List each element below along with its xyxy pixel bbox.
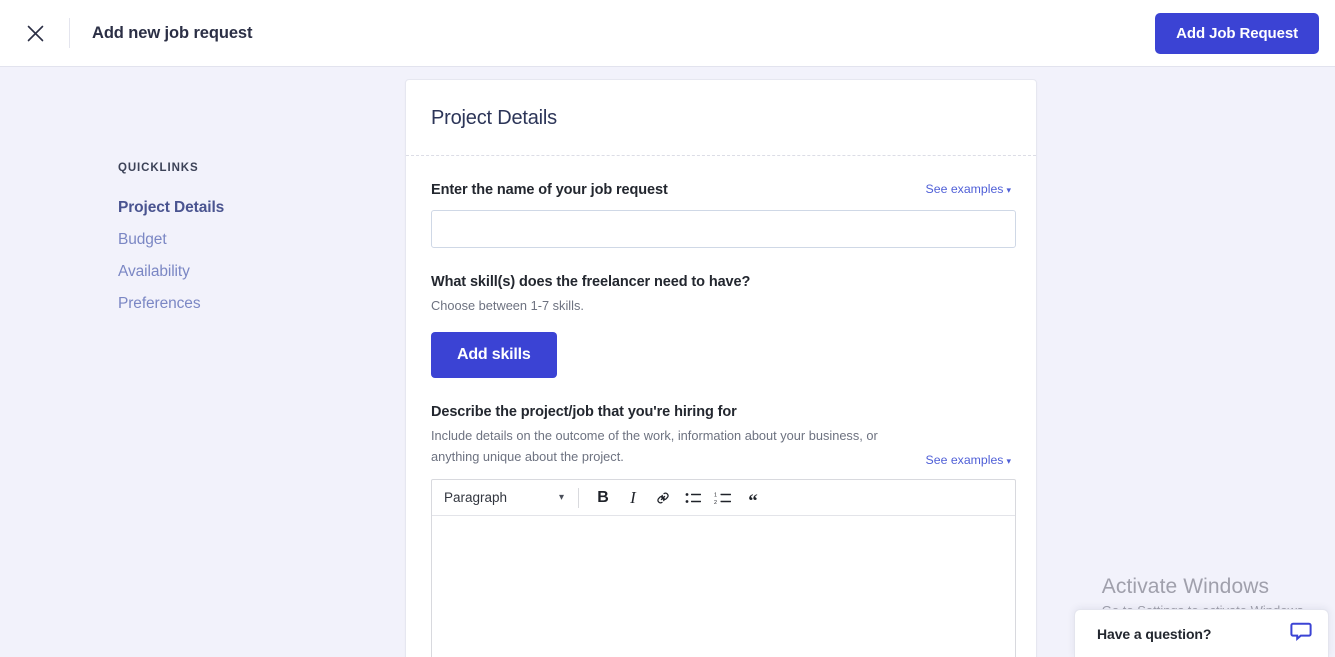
bold-icon[interactable]: B bbox=[589, 485, 617, 511]
page-body: QUICKLINKS Project Details Budget Availa… bbox=[0, 67, 1335, 657]
editor-content-area[interactable] bbox=[432, 516, 1015, 657]
describe-hint: Include details on the outcome of the wo… bbox=[431, 426, 906, 467]
watermark-title: Activate Windows bbox=[1102, 575, 1307, 599]
field-skills: What skill(s) does the freelancer need t… bbox=[431, 274, 1011, 378]
svg-text:2: 2 bbox=[714, 500, 717, 505]
skills-label: What skill(s) does the freelancer need t… bbox=[431, 274, 1011, 290]
quicklinks-heading: QUICKLINKS bbox=[118, 162, 405, 174]
job-name-input[interactable] bbox=[431, 210, 1016, 248]
chevron-down-icon: ▾ bbox=[1006, 186, 1011, 195]
describe-hint-row: Include details on the outcome of the wo… bbox=[431, 420, 1011, 467]
sidebar-item-preferences[interactable]: Preferences bbox=[118, 288, 405, 320]
svg-text:1: 1 bbox=[714, 492, 717, 498]
chevron-down-icon: ▾ bbox=[559, 492, 564, 503]
bullet-list-icon[interactable] bbox=[679, 485, 707, 511]
chat-widget-label: Have a question? bbox=[1097, 626, 1211, 642]
chevron-down-icon: ▾ bbox=[1006, 457, 1011, 466]
italic-icon[interactable]: I bbox=[619, 485, 647, 511]
link-icon[interactable] bbox=[649, 485, 677, 511]
sidebar-item-availability[interactable]: Availability bbox=[118, 256, 405, 288]
top-bar: Add new job request Add Job Request bbox=[0, 0, 1335, 67]
blockquote-icon[interactable]: “ bbox=[739, 485, 767, 511]
rich-text-editor: Paragraph ▾ B I bbox=[431, 479, 1016, 657]
chat-widget[interactable]: Have a question? bbox=[1074, 609, 1329, 657]
quicklinks-sidebar: QUICKLINKS Project Details Budget Availa… bbox=[0, 67, 405, 320]
field-describe-project: Describe the project/job that you're hir… bbox=[431, 404, 1011, 657]
close-icon[interactable] bbox=[22, 20, 48, 46]
numbered-list-icon[interactable]: 1 2 bbox=[709, 485, 737, 511]
block-format-select[interactable]: Paragraph ▾ bbox=[440, 485, 570, 511]
card-body: Enter the name of your job request See e… bbox=[406, 156, 1036, 657]
editor-toolbar: Paragraph ▾ B I bbox=[432, 480, 1015, 516]
skills-hint: Choose between 1-7 skills. bbox=[431, 296, 906, 316]
sidebar-item-budget[interactable]: Budget bbox=[118, 224, 405, 256]
page-title: Add new job request bbox=[92, 24, 252, 43]
header-divider bbox=[69, 18, 70, 48]
add-job-request-button[interactable]: Add Job Request bbox=[1155, 13, 1319, 54]
project-details-card: Project Details Enter the name of your j… bbox=[405, 79, 1037, 657]
sidebar-item-project-details[interactable]: Project Details bbox=[118, 192, 405, 224]
describe-label: Describe the project/job that you're hir… bbox=[431, 404, 1011, 420]
see-examples-describe-text: See examples bbox=[926, 453, 1004, 467]
block-format-value: Paragraph bbox=[444, 490, 507, 505]
card-header: Project Details bbox=[406, 80, 1036, 156]
see-examples-name-text: See examples bbox=[926, 182, 1004, 196]
job-name-label: Enter the name of your job request bbox=[431, 182, 668, 198]
add-skills-button[interactable]: Add skills bbox=[431, 332, 557, 378]
toolbar-separator bbox=[578, 488, 579, 508]
see-examples-name-link[interactable]: See examples ▾ bbox=[926, 182, 1011, 196]
card-title: Project Details bbox=[431, 107, 1011, 130]
field-job-request-name: Enter the name of your job request See e… bbox=[431, 182, 1011, 248]
see-examples-describe-link[interactable]: See examples ▾ bbox=[926, 453, 1011, 467]
chat-bubble-icon[interactable] bbox=[1290, 620, 1312, 647]
field-header: Enter the name of your job request See e… bbox=[431, 182, 1011, 198]
